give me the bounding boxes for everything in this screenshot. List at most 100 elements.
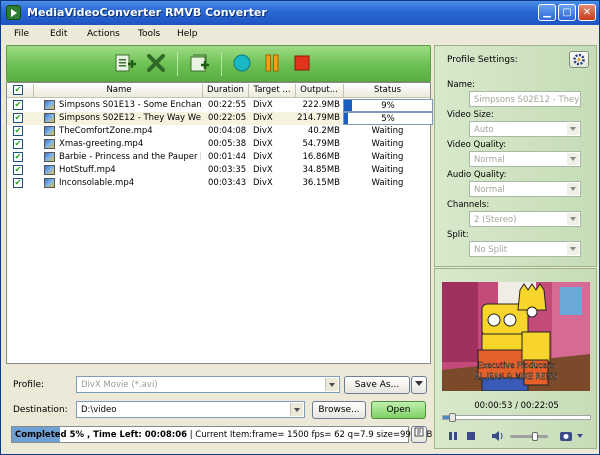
cell-name: Simpsons S02E12 - They Way We ... xyxy=(59,113,201,123)
chevron-down-icon[interactable] xyxy=(567,243,579,255)
row-checkbox[interactable]: ✔ xyxy=(13,178,23,188)
table-row[interactable]: ✔ Inconsolable.mp4 00:03:43 DivX 36.15MB Wait… xyxy=(7,177,430,190)
chevron-down-icon[interactable] xyxy=(567,123,579,135)
cell-target: DivX xyxy=(253,126,273,136)
table-row[interactable]: ✔ Simpsons S01E13 - Some Enchant... 00:22:… xyxy=(7,99,433,112)
open-button[interactable]: Open xyxy=(371,401,426,419)
add-file-icon[interactable] xyxy=(113,51,137,75)
cell-status: 5% xyxy=(381,114,395,124)
snapshot-icon[interactable] xyxy=(559,429,585,443)
column-duration[interactable]: Duration xyxy=(203,85,248,95)
pause-icon[interactable] xyxy=(260,51,284,75)
table-row[interactable]: ✔ Barbie - Princess and the Pauper [... 00… xyxy=(7,151,430,164)
maximize-button[interactable]: ▢ xyxy=(558,4,576,21)
row-checkbox[interactable]: ✔ xyxy=(13,139,23,149)
column-status[interactable]: Status xyxy=(344,85,431,95)
destination-field[interactable]: D:\video xyxy=(76,401,305,418)
table-row[interactable]: ✔ Simpsons S02E12 - They Way We ... 00:22:… xyxy=(7,112,433,125)
table-row[interactable]: ✔ TheComfortZone.mp4 00:04:08 DivX 40.2MB Wai… xyxy=(7,125,430,138)
cell-target: DivX xyxy=(253,152,273,162)
settings-gear-button[interactable] xyxy=(569,51,589,68)
save-as-button[interactable]: Save As... xyxy=(344,376,410,394)
seek-slider[interactable] xyxy=(442,413,591,422)
convert-icon[interactable] xyxy=(230,51,254,75)
select-all-checkbox[interactable]: ✔ xyxy=(13,85,23,95)
menu-actions[interactable]: Actions xyxy=(87,29,120,39)
setting-label: Name: xyxy=(447,80,475,90)
status-detail-text: | Current Item:frame= 1500 fps= 62 q=7.9… xyxy=(187,430,447,440)
import-icon[interactable] xyxy=(187,51,211,75)
column-target[interactable]: Target ... xyxy=(249,85,295,95)
column-output[interactable]: Output... xyxy=(296,85,342,95)
profile-select[interactable]: DivX Movie (*.avi) xyxy=(76,376,340,393)
cell-name: Inconsolable.mp4 xyxy=(59,178,135,188)
row-checkbox[interactable]: ✔ xyxy=(13,126,23,136)
row-checkbox[interactable]: ✔ xyxy=(13,165,23,175)
video-file-icon xyxy=(44,178,55,188)
minimize-button[interactable]: ▁ xyxy=(538,4,556,21)
playback-time: 00:00:53 / 00:22:05 xyxy=(474,401,559,411)
menu-file[interactable]: File xyxy=(14,29,29,39)
app-logo-icon xyxy=(6,5,21,20)
save-as-dropdown-button[interactable] xyxy=(411,376,427,394)
cell-duration: 00:22:55 xyxy=(208,100,247,110)
table-row[interactable]: ✔ Xmas-greeting.mp4 00:05:38 DivX 54.79MB Wai… xyxy=(7,138,430,151)
menu-tools[interactable]: Tools xyxy=(138,29,160,39)
volume-icon[interactable] xyxy=(491,430,505,442)
cell-output: 40.2MB xyxy=(307,126,340,136)
video-file-icon xyxy=(44,165,55,175)
chevron-down-icon[interactable] xyxy=(325,378,338,391)
chevron-down-icon[interactable] xyxy=(567,213,579,225)
setting-label: Video Quality: xyxy=(447,140,507,150)
profile-settings-panel: Profile Settings: Name: Simpsons S02E12 -… xyxy=(434,45,597,267)
cell-duration: 00:03:35 xyxy=(208,165,247,175)
cell-name: Xmas-greeting.mp4 xyxy=(59,139,144,149)
setting-select[interactable]: No Split xyxy=(469,241,581,257)
cell-status: Waiting xyxy=(371,126,404,136)
pause-icon[interactable] xyxy=(447,430,459,442)
setting-label: Audio Quality: xyxy=(447,170,507,180)
close-button[interactable]: ✕ xyxy=(578,4,596,21)
setting-select[interactable]: Normal xyxy=(469,151,581,167)
menu-edit[interactable]: Edit xyxy=(50,29,67,39)
cell-status: Waiting xyxy=(371,178,404,188)
status-bar: Completed 5% , Time Left: 00:08:06 | Cur… xyxy=(11,426,447,443)
table-row[interactable]: ✔ HotStuff.mp4 00:03:35 DivX 34.85MB Waiting xyxy=(7,164,430,177)
setting-label: Split: xyxy=(447,230,469,240)
video-file-icon xyxy=(44,100,55,110)
volume-handle[interactable] xyxy=(532,432,538,441)
cell-name: Simpsons S01E13 - Some Enchant... xyxy=(59,100,201,110)
title-bar[interactable]: MediaVideoConverter RMVB Converter ▁ ▢ ✕ xyxy=(1,1,599,25)
cell-duration: 00:22:05 xyxy=(208,113,247,123)
row-checkbox[interactable]: ✔ xyxy=(13,100,23,110)
column-name[interactable]: Name xyxy=(34,85,204,95)
seek-handle[interactable] xyxy=(449,413,456,422)
volume-slider[interactable] xyxy=(510,432,548,441)
cell-name: Barbie - Princess and the Pauper [... xyxy=(59,152,201,162)
chevron-down-icon[interactable] xyxy=(567,183,579,195)
stop-icon[interactable] xyxy=(465,430,477,442)
cell-output: 36.15MB xyxy=(302,178,341,188)
setting-select[interactable]: Simpsons S02E12 - They Way xyxy=(469,91,581,107)
menu-help[interactable]: Help xyxy=(177,29,198,39)
row-checkbox[interactable]: ✔ xyxy=(13,152,23,162)
remove-icon[interactable] xyxy=(144,51,168,75)
cell-status: Waiting xyxy=(371,152,404,162)
browse-button[interactable]: Browse... xyxy=(312,401,366,419)
setting-select[interactable]: Auto xyxy=(469,121,581,137)
row-checkbox[interactable]: ✔ xyxy=(13,113,23,123)
toolbar xyxy=(6,45,431,82)
progress-bar: 5% xyxy=(343,112,433,125)
video-preview: Executive Producers AL JEAN & MIKE REISS xyxy=(442,282,590,391)
setting-select[interactable]: 2 (Stereo) xyxy=(469,211,581,227)
cell-target: DivX xyxy=(253,139,273,149)
chevron-down-icon[interactable] xyxy=(567,153,579,165)
setting-select[interactable]: Normal xyxy=(469,181,581,197)
stop-icon[interactable] xyxy=(290,51,314,75)
chevron-down-icon[interactable] xyxy=(290,403,303,416)
file-list-table[interactable]: ✔ Name Duration Target ... Output... Sta… xyxy=(6,82,433,364)
cell-duration: 00:01:44 xyxy=(208,152,247,162)
cell-name: HotStuff.mp4 xyxy=(59,165,116,175)
setting-label: Channels: xyxy=(447,200,490,210)
log-icon[interactable] xyxy=(411,426,427,443)
